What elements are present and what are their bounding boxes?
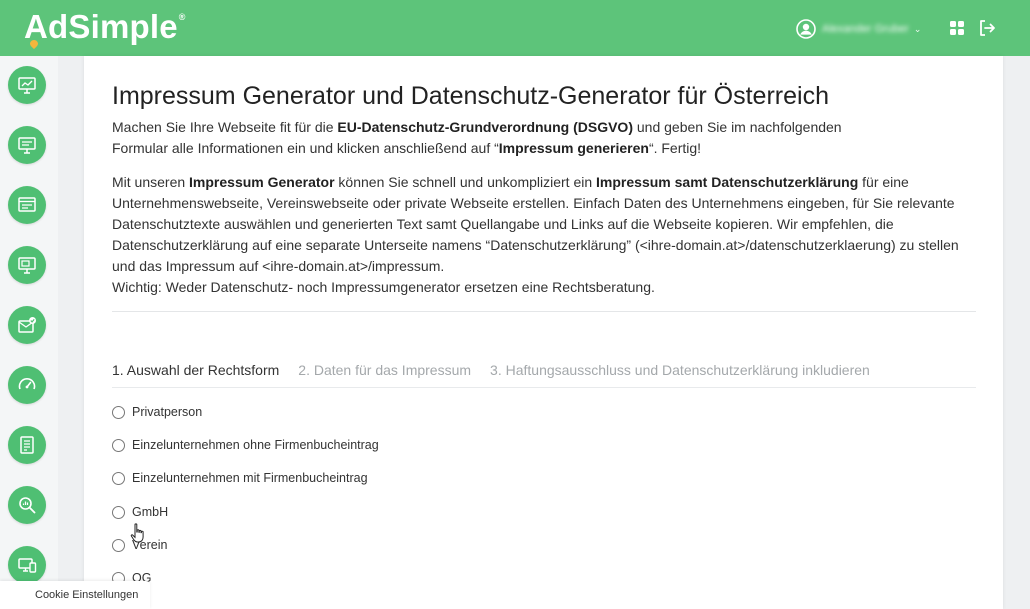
radio-option-einzelunternehmen-mit[interactable]: Einzelunternehmen mit Firmenbucheintrag	[112, 469, 368, 487]
radio-label: GmbH	[132, 505, 169, 519]
logo-pin-icon	[30, 40, 38, 49]
sidebar-item-list-window[interactable]	[8, 186, 46, 224]
intro-text: Machen Sie Ihre Webseite fit für die EU-…	[112, 119, 842, 156]
document-icon	[20, 436, 34, 454]
radio-option-gmbh[interactable]: GmbH	[112, 503, 168, 521]
sidebar-item-presentation[interactable]	[8, 66, 46, 104]
radio-option-privatperson[interactable]: Privatperson	[112, 403, 202, 421]
logo-text: AdSimple	[24, 8, 178, 45]
apps-grid-icon[interactable]	[949, 20, 965, 36]
sidebar-item-mail-check[interactable]	[8, 306, 46, 344]
presentation-icon	[18, 77, 36, 94]
sidebar	[0, 56, 58, 609]
main-content: Impressum Generator und Datenschutz-Gene…	[84, 56, 1003, 609]
browser-icon	[18, 257, 36, 274]
radio-label: Einzelunternehmen ohne Firmenbucheintrag	[132, 438, 379, 452]
user-name: Alexander Gruber	[822, 23, 909, 35]
page-title: Impressum Generator und Datenschutz-Gene…	[112, 82, 829, 110]
tab-step-3-disclaimer-privacy[interactable]: 3. Haftungsausschluss und Datenschutzerk…	[490, 362, 870, 387]
sidebar-item-search-analytics[interactable]	[8, 486, 46, 524]
sidebar-item-devices[interactable]	[8, 546, 46, 584]
user-menu[interactable]: Alexander Gruber ⌄	[796, 18, 921, 40]
search-analytics-icon	[19, 497, 36, 514]
speedometer-icon	[18, 378, 36, 390]
description-text: Mit unseren Impressum Generator können S…	[112, 174, 959, 295]
top-bar: AdSimple® Alexander Gruber ⌄	[0, 0, 1030, 56]
logout-icon[interactable]	[978, 19, 996, 37]
radio-button[interactable]	[112, 505, 125, 519]
sidebar-item-browser[interactable]	[8, 246, 46, 284]
logo-registered-mark: ®	[178, 12, 186, 22]
radio-button[interactable]	[112, 538, 125, 552]
devices-icon	[18, 558, 37, 573]
radio-label: Einzelunternehmen mit Firmenbucheintrag	[132, 471, 368, 485]
monitor-icon	[18, 137, 36, 154]
mail-check-icon	[18, 317, 36, 333]
radio-button[interactable]	[112, 438, 125, 452]
radio-label: Privatperson	[132, 405, 203, 419]
sidebar-item-monitor[interactable]	[8, 126, 46, 164]
step-tabs: 1. Auswahl der Rechtsform 2. Daten für d…	[112, 362, 976, 388]
chevron-down-icon: ⌄	[913, 23, 922, 34]
legal-disclaimer: Wichtig: Weder Datenschutz- noch Impress…	[112, 279, 655, 295]
divider	[112, 311, 976, 312]
logo[interactable]: AdSimple®	[24, 8, 186, 49]
tab-step-1-legal-form[interactable]: 1. Auswahl der Rechtsform	[112, 362, 279, 387]
hand-cursor-icon	[130, 523, 144, 543]
tab-step-2-imprint-data[interactable]: 2. Daten für das Impressum	[298, 362, 471, 387]
cookie-settings-button[interactable]: Cookie Einstellungen	[0, 581, 150, 609]
user-avatar-icon	[796, 19, 816, 39]
radio-button[interactable]	[112, 471, 125, 485]
radio-button[interactable]	[112, 405, 125, 419]
list-window-icon	[18, 197, 36, 212]
sidebar-item-speedometer[interactable]	[8, 366, 46, 404]
radio-option-einzelunternehmen-ohne[interactable]: Einzelunternehmen ohne Firmenbucheintrag	[112, 436, 379, 454]
sidebar-item-document[interactable]	[8, 426, 46, 464]
